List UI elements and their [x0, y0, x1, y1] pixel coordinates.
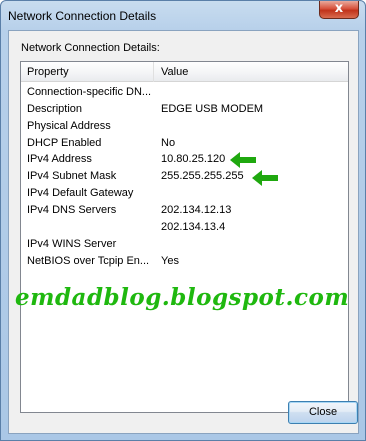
list-row[interactable]: Description EDGE USB MODEM	[21, 102, 348, 118]
column-header-row: Property Value	[21, 62, 348, 82]
watermark-text: emdadblog.blogspot.com	[15, 284, 350, 311]
list-row[interactable]: NetBIOS over Tcpip En... Yes	[21, 254, 348, 270]
value-cell: EDGE USB MODEM	[161, 103, 264, 115]
property-cell: Description	[27, 103, 83, 115]
list-row[interactable]: 202.134.13.4	[21, 220, 348, 236]
arrow-left-icon	[252, 170, 278, 186]
list-row[interactable]: Connection-specific DN...	[21, 85, 348, 101]
close-button[interactable]: Close	[288, 401, 358, 424]
value-cell: 202.134.13.4	[161, 221, 226, 233]
property-cell: IPv4 Address	[27, 153, 92, 165]
property-cell: Physical Address	[27, 120, 111, 132]
list-row[interactable]: DHCP Enabled No	[21, 136, 348, 152]
property-cell: Connection-specific DN...	[27, 86, 152, 98]
list-row[interactable]: IPv4 Subnet Mask 255.255.255.255	[21, 169, 348, 185]
value-cell: 255.255.255.255	[161, 170, 244, 182]
property-cell: IPv4 Default Gateway	[27, 187, 134, 199]
close-window-icon[interactable]: x	[319, 1, 359, 19]
dialog-window: Network Connection Details x Network Con…	[0, 0, 366, 441]
value-cell: Yes	[161, 255, 179, 267]
details-listview[interactable]: Property Value Connection-specific DN...…	[20, 61, 349, 413]
list-row[interactable]: IPv4 WINS Server	[21, 237, 348, 253]
list-row[interactable]: IPv4 DNS Servers 202.134.12.13	[21, 203, 348, 219]
column-divider[interactable]	[153, 62, 154, 82]
property-cell: IPv4 DNS Servers	[27, 204, 117, 216]
window-title: Network Connection Details	[8, 9, 157, 23]
property-cell: IPv4 Subnet Mask	[27, 170, 117, 182]
list-row[interactable]: IPv4 Address 10.80.25.120	[21, 152, 348, 168]
dialog-client-area: Network Connection Details: Property Val…	[8, 30, 359, 434]
list-row[interactable]: Physical Address	[21, 119, 348, 135]
property-cell: DHCP Enabled	[27, 137, 102, 149]
details-heading: Network Connection Details:	[21, 42, 160, 54]
value-cell: 202.134.12.13	[161, 204, 232, 216]
value-cell: No	[161, 137, 176, 149]
property-cell: NetBIOS over Tcpip En...	[27, 255, 150, 267]
arrow-left-icon	[230, 152, 256, 168]
title-bar[interactable]: Network Connection Details x	[1, 1, 365, 29]
list-row[interactable]: IPv4 Default Gateway	[21, 186, 348, 202]
property-cell: IPv4 WINS Server	[27, 238, 117, 250]
value-cell: 10.80.25.120	[161, 153, 226, 165]
column-header-property[interactable]: Property	[27, 66, 69, 78]
column-header-value[interactable]: Value	[161, 66, 188, 78]
